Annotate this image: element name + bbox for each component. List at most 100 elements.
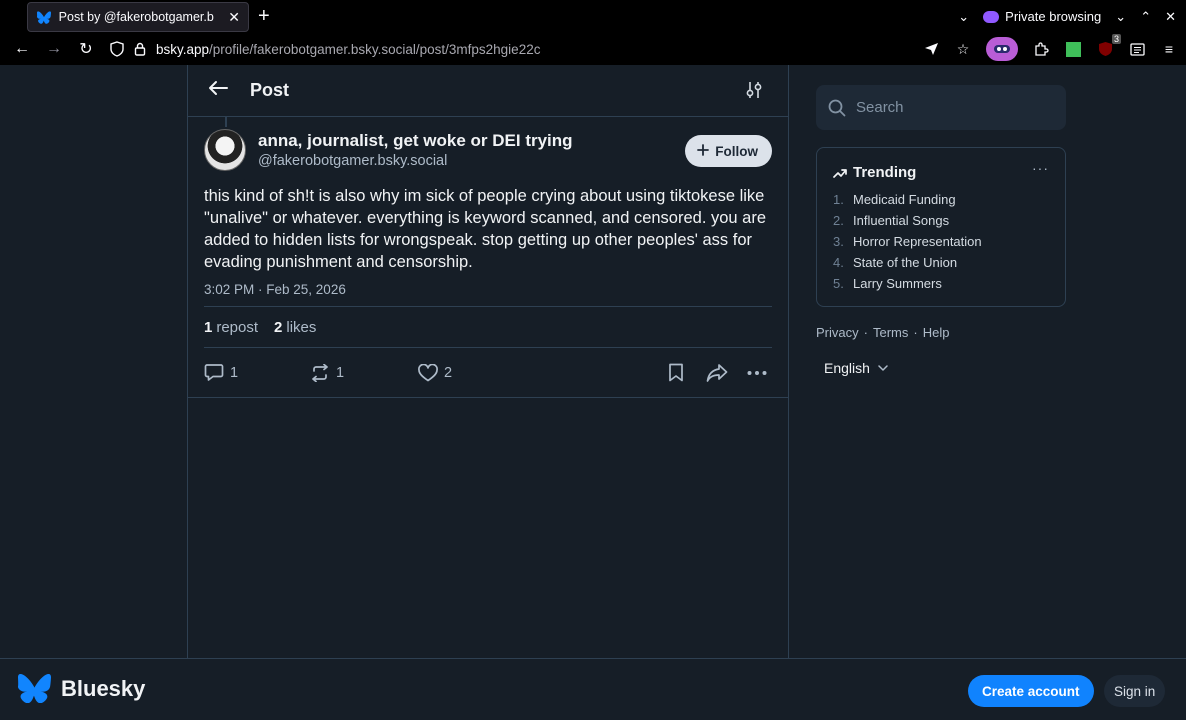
trend-number: 4.	[833, 255, 844, 270]
page-title: Post	[250, 80, 290, 100]
trend-label: Medicaid Funding	[853, 192, 956, 207]
trending-list: 1. Medicaid Funding 2. Influential Songs 3…	[833, 189, 1049, 294]
bookmark-star-icon[interactable]: ☆	[954, 40, 972, 58]
reposts-label: repost	[216, 318, 259, 336]
trending-title: Trending	[853, 164, 917, 181]
post: anna, journalist, get woke or DEI trying…	[188, 117, 788, 398]
main-column: Post anna, journalist, get woke or DEI t…	[187, 65, 789, 658]
search-box[interactable]	[816, 85, 1066, 130]
trend-number: 1.	[833, 192, 844, 207]
likes-count: 2	[274, 318, 283, 336]
language-select[interactable]: English	[824, 360, 1066, 376]
reply-button[interactable]: 1	[204, 363, 238, 382]
plus-icon	[697, 143, 710, 159]
trending-item[interactable]: 4. State of the Union	[833, 252, 1049, 273]
heart-icon	[418, 363, 438, 381]
lock-icon[interactable]	[134, 42, 146, 56]
private-browsing-label: Private browsing	[1005, 9, 1102, 24]
trend-number: 2.	[833, 213, 844, 228]
trending-item[interactable]: 2. Influential Songs	[833, 210, 1049, 231]
like-button[interactable]: 2	[418, 363, 453, 382]
page: Post anna, journalist, get woke or DEI t…	[0, 65, 1186, 658]
ublock-badge: 3	[1111, 34, 1121, 44]
search-input[interactable]	[856, 99, 1046, 116]
link-separator: ·	[913, 325, 918, 340]
reposts-stat[interactable]: 1 repost	[204, 319, 258, 336]
post-timestamp[interactable]: 3:02 PM · Feb 25, 2026	[204, 282, 772, 297]
bottom-bar: Bluesky Create account Sign in	[0, 658, 1186, 720]
privacy-link[interactable]: Privacy	[816, 325, 859, 340]
trending-item[interactable]: 3. Horror Representation	[833, 231, 1049, 252]
search-icon	[828, 99, 846, 116]
back-icon[interactable]: ←	[6, 40, 38, 58]
thread-settings-icon[interactable]	[746, 81, 762, 104]
like-count: 2	[444, 364, 453, 381]
private-profile-icon[interactable]	[986, 37, 1018, 61]
reposts-count: 1	[204, 318, 213, 336]
follow-button[interactable]: Follow	[685, 135, 772, 167]
author-display-name[interactable]: anna, journalist, get woke or DEI trying	[258, 131, 573, 151]
send-tab-icon[interactable]	[922, 40, 940, 58]
list-all-tabs-icon[interactable]: ⌄	[958, 9, 969, 25]
more-options-button[interactable]	[747, 370, 767, 376]
extensions-puzzle-icon[interactable]	[1032, 40, 1050, 58]
bookmark-icon	[669, 363, 683, 382]
post-stats: 1 repost 2 likes	[204, 307, 772, 347]
shield-icon[interactable]	[110, 41, 124, 57]
close-window-icon[interactable]: ✕	[1165, 9, 1176, 25]
more-dots-icon	[747, 370, 767, 375]
repost-icon	[312, 363, 328, 382]
trending-item[interactable]: 5. Larry Summers	[833, 273, 1049, 294]
url-bar[interactable]: bsky.app/profile/fakerobotgamer.bsky.soc…	[110, 37, 540, 61]
reply-count: 1	[230, 364, 239, 381]
likes-stat[interactable]: 2 likes	[274, 319, 316, 336]
green-extension-icon[interactable]	[1064, 40, 1082, 58]
bluesky-brand[interactable]: Bluesky	[18, 674, 145, 703]
browser-nav-bar: ← → ↻ bsky.app/profile/fakerobotgamer.bs…	[0, 33, 1186, 65]
trend-number: 5.	[833, 276, 844, 291]
trend-label: Larry Summers	[853, 276, 942, 291]
minimize-icon[interactable]: ⌄	[1115, 9, 1126, 25]
browser-tab-bar: Post by @fakerobotgamer.b ✕ + ⌄ Private …	[0, 0, 1186, 33]
author-handle[interactable]: @fakerobotgamer.bsky.social	[258, 153, 573, 169]
trending-panel: Trending ··· 1. Medicaid Funding 2. Influe…	[816, 147, 1066, 307]
follow-label: Follow	[715, 143, 758, 159]
trending-item[interactable]: 1. Medicaid Funding	[833, 189, 1049, 210]
browser-tab-active[interactable]: Post by @fakerobotgamer.b ✕	[27, 2, 249, 32]
post-header: Post	[188, 65, 788, 117]
post-text: this kind of sh!t is also why im sick of…	[204, 187, 767, 271]
bookmark-button[interactable]	[668, 363, 684, 382]
sign-in-button[interactable]: Sign in	[1104, 675, 1166, 707]
forward-icon[interactable]: →	[38, 40, 70, 58]
trend-number: 3.	[833, 234, 844, 249]
trending-arrow-icon	[833, 168, 847, 178]
tab-close-icon[interactable]: ✕	[228, 9, 240, 26]
language-label: English	[824, 360, 870, 376]
trending-more-icon[interactable]: ···	[1032, 160, 1049, 176]
help-link[interactable]: Help	[923, 325, 950, 340]
terms-link[interactable]: Terms	[873, 325, 908, 340]
maximize-icon[interactable]: ⌃	[1140, 9, 1151, 25]
back-arrow-icon[interactable]	[208, 79, 238, 102]
new-tab-button[interactable]: +	[258, 6, 270, 26]
avatar[interactable]	[204, 129, 246, 171]
url-path: /profile/fakerobotgamer.bsky.social/post…	[209, 41, 541, 57]
share-button[interactable]	[706, 363, 728, 382]
trend-label: State of the Union	[853, 255, 958, 270]
tab-title: Post by @fakerobotgamer.b	[58, 10, 214, 24]
bluesky-favicon-icon	[36, 9, 52, 25]
link-separator: ·	[863, 325, 868, 340]
bluesky-butterfly-icon	[18, 674, 51, 703]
create-account-button[interactable]: Create account	[968, 675, 1094, 707]
repost-button[interactable]: 1	[310, 363, 344, 382]
trend-label: Horror Representation	[853, 234, 982, 249]
ublock-icon[interactable]: 3	[1096, 34, 1121, 58]
post-actions: 1 1 2	[188, 348, 788, 398]
reader-view-icon[interactable]	[1128, 40, 1146, 58]
trend-label: Influential Songs	[853, 213, 950, 228]
chevron-down-icon	[878, 365, 888, 371]
menu-hamburger-icon[interactable]: ≡	[1160, 40, 1178, 58]
private-mask-icon	[983, 10, 1000, 23]
reload-icon[interactable]: ↻	[70, 39, 102, 59]
footer-links: Privacy · Terms · Help	[816, 325, 1066, 340]
